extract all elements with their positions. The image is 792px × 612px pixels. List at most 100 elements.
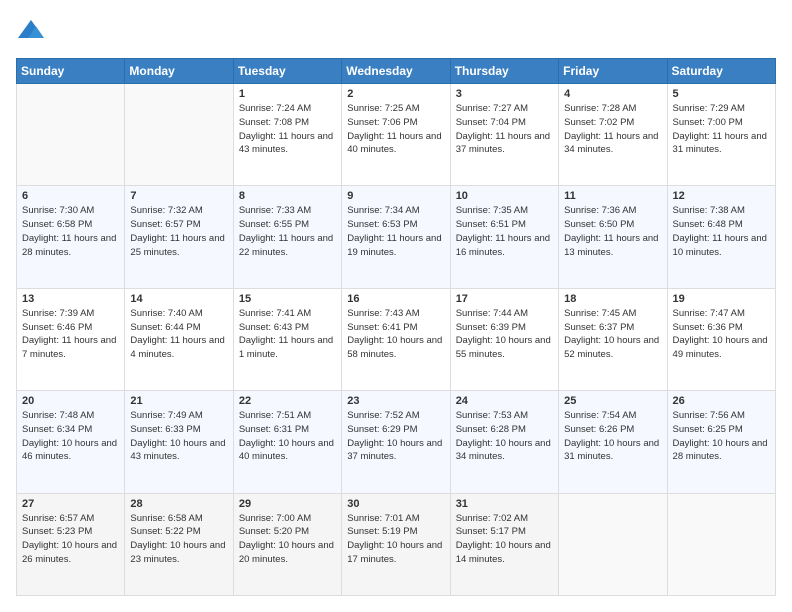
day-number: 28 [130, 498, 227, 510]
col-friday: Friday [559, 59, 667, 84]
day-info: Sunrise: 7:32 AMSunset: 6:57 PMDaylight:… [130, 204, 227, 259]
day-info: Sunrise: 7:56 AMSunset: 6:25 PMDaylight:… [673, 409, 770, 464]
day-info: Sunrise: 7:02 AMSunset: 5:17 PMDaylight:… [456, 512, 553, 567]
day-info: Sunrise: 7:00 AMSunset: 5:20 PMDaylight:… [239, 512, 336, 567]
day-info: Sunrise: 7:47 AMSunset: 6:36 PMDaylight:… [673, 307, 770, 362]
header-row: Sunday Monday Tuesday Wednesday Thursday… [17, 59, 776, 84]
calendar-cell: 21 Sunrise: 7:49 AMSunset: 6:33 PMDayligh… [125, 391, 233, 493]
calendar-cell [667, 493, 775, 595]
day-number: 4 [564, 88, 661, 100]
calendar-week-3: 13 Sunrise: 7:39 AMSunset: 6:46 PMDayligh… [17, 288, 776, 390]
day-info: Sunrise: 7:39 AMSunset: 6:46 PMDaylight:… [22, 307, 119, 362]
calendar-cell: 19 Sunrise: 7:47 AMSunset: 6:36 PMDayligh… [667, 288, 775, 390]
calendar-cell: 3 Sunrise: 7:27 AMSunset: 7:04 PMDaylight… [450, 84, 558, 186]
day-info: Sunrise: 7:52 AMSunset: 6:29 PMDaylight:… [347, 409, 444, 464]
calendar-cell: 6Sunrise: 7:30 AMSunset: 6:58 PMDaylight… [17, 186, 125, 288]
calendar-cell: 27Sunrise: 6:57 AMSunset: 5:23 PMDayligh… [17, 493, 125, 595]
day-number: 18 [564, 293, 661, 305]
calendar-cell: 26 Sunrise: 7:56 AMSunset: 6:25 PMDayligh… [667, 391, 775, 493]
day-number: 5 [673, 88, 770, 100]
calendar-week-5: 27Sunrise: 6:57 AMSunset: 5:23 PMDayligh… [17, 493, 776, 595]
day-number: 14 [130, 293, 227, 305]
col-thursday: Thursday [450, 59, 558, 84]
calendar-cell: 2Sunrise: 7:25 AMSunset: 7:06 PMDaylight… [342, 84, 450, 186]
calendar-cell: 4 Sunrise: 7:28 AMSunset: 7:02 PMDaylight… [559, 84, 667, 186]
day-number: 1 [239, 88, 336, 100]
day-number: 30 [347, 498, 444, 510]
calendar-cell: 23 Sunrise: 7:52 AMSunset: 6:29 PMDayligh… [342, 391, 450, 493]
day-number: 20 [22, 395, 119, 407]
calendar-cell: 12 Sunrise: 7:38 AMSunset: 6:48 PMDayligh… [667, 186, 775, 288]
day-number: 11 [564, 190, 661, 202]
calendar-cell: 28 Sunrise: 6:58 AMSunset: 5:22 PMDayligh… [125, 493, 233, 595]
day-number: 23 [347, 395, 444, 407]
calendar-cell: 20 Sunrise: 7:48 AMSunset: 6:34 PMDayligh… [17, 391, 125, 493]
day-info: Sunrise: 7:51 AMSunset: 6:31 PMDaylight:… [239, 409, 336, 464]
day-number: 24 [456, 395, 553, 407]
day-info: Sunrise: 7:38 AMSunset: 6:48 PMDaylight:… [673, 204, 770, 259]
day-info: Sunrise: 7:40 AMSunset: 6:44 PMDaylight:… [130, 307, 227, 362]
calendar-cell: 9Sunrise: 7:34 AMSunset: 6:53 PMDaylight… [342, 186, 450, 288]
calendar-cell: 13 Sunrise: 7:39 AMSunset: 6:46 PMDayligh… [17, 288, 125, 390]
calendar-cell: 16 Sunrise: 7:43 AMSunset: 6:41 PMDayligh… [342, 288, 450, 390]
calendar-cell: 11 Sunrise: 7:36 AMSunset: 6:50 PMDayligh… [559, 186, 667, 288]
day-number: 31 [456, 498, 553, 510]
day-info: Sunrise: 7:53 AMSunset: 6:28 PMDaylight:… [456, 409, 553, 464]
day-number: 19 [673, 293, 770, 305]
calendar-cell: 29Sunrise: 7:00 AMSunset: 5:20 PMDayligh… [233, 493, 341, 595]
day-number: 8 [239, 190, 336, 202]
day-number: 16 [347, 293, 444, 305]
calendar-table: Sunday Monday Tuesday Wednesday Thursday… [16, 58, 776, 596]
day-info: Sunrise: 7:43 AMSunset: 6:41 PMDaylight:… [347, 307, 444, 362]
day-info: Sunrise: 7:45 AMSunset: 6:37 PMDaylight:… [564, 307, 661, 362]
day-info: Sunrise: 7:28 AMSunset: 7:02 PMDaylight:… [564, 102, 661, 157]
day-info: Sunrise: 6:58 AMSunset: 5:22 PMDaylight:… [130, 512, 227, 567]
day-number: 25 [564, 395, 661, 407]
page: Sunday Monday Tuesday Wednesday Thursday… [0, 0, 792, 612]
day-info: Sunrise: 7:24 AMSunset: 7:08 PMDaylight:… [239, 102, 336, 157]
day-number: 26 [673, 395, 770, 407]
col-saturday: Saturday [667, 59, 775, 84]
day-info: Sunrise: 7:48 AMSunset: 6:34 PMDaylight:… [22, 409, 119, 464]
calendar-cell: 15 Sunrise: 7:41 AMSunset: 6:43 PMDayligh… [233, 288, 341, 390]
day-number: 15 [239, 293, 336, 305]
header [16, 16, 776, 46]
day-info: Sunrise: 7:30 AMSunset: 6:58 PMDaylight:… [22, 204, 119, 259]
day-info: Sunrise: 7:49 AMSunset: 6:33 PMDaylight:… [130, 409, 227, 464]
calendar-cell [559, 493, 667, 595]
day-number: 10 [456, 190, 553, 202]
calendar-body: 1 Sunrise: 7:24 AMSunset: 7:08 PMDaylight… [17, 84, 776, 596]
col-wednesday: Wednesday [342, 59, 450, 84]
day-number: 2 [347, 88, 444, 100]
day-info: Sunrise: 7:34 AMSunset: 6:53 PMDaylight:… [347, 204, 444, 259]
col-monday: Monday [125, 59, 233, 84]
calendar-cell: 24 Sunrise: 7:53 AMSunset: 6:28 PMDayligh… [450, 391, 558, 493]
day-info: Sunrise: 7:35 AMSunset: 6:51 PMDaylight:… [456, 204, 553, 259]
day-number: 13 [22, 293, 119, 305]
calendar-cell: 14 Sunrise: 7:40 AMSunset: 6:44 PMDayligh… [125, 288, 233, 390]
day-number: 7 [130, 190, 227, 202]
calendar-week-2: 6Sunrise: 7:30 AMSunset: 6:58 PMDaylight… [17, 186, 776, 288]
calendar-cell: 1 Sunrise: 7:24 AMSunset: 7:08 PMDaylight… [233, 84, 341, 186]
day-info: Sunrise: 7:44 AMSunset: 6:39 PMDaylight:… [456, 307, 553, 362]
day-number: 17 [456, 293, 553, 305]
calendar-cell: 30Sunrise: 7:01 AMSunset: 5:19 PMDayligh… [342, 493, 450, 595]
calendar-week-4: 20 Sunrise: 7:48 AMSunset: 6:34 PMDayligh… [17, 391, 776, 493]
day-info: Sunrise: 7:41 AMSunset: 6:43 PMDaylight:… [239, 307, 336, 362]
calendar-header: Sunday Monday Tuesday Wednesday Thursday… [17, 59, 776, 84]
calendar-cell: 8 Sunrise: 7:33 AMSunset: 6:55 PMDaylight… [233, 186, 341, 288]
calendar-cell: 17 Sunrise: 7:44 AMSunset: 6:39 PMDayligh… [450, 288, 558, 390]
day-number: 3 [456, 88, 553, 100]
day-info: Sunrise: 7:27 AMSunset: 7:04 PMDaylight:… [456, 102, 553, 157]
calendar-cell: 5Sunrise: 7:29 AMSunset: 7:00 PMDaylight… [667, 84, 775, 186]
day-number: 12 [673, 190, 770, 202]
day-number: 27 [22, 498, 119, 510]
calendar-week-1: 1 Sunrise: 7:24 AMSunset: 7:08 PMDaylight… [17, 84, 776, 186]
day-info: Sunrise: 7:54 AMSunset: 6:26 PMDaylight:… [564, 409, 661, 464]
day-info: Sunrise: 7:33 AMSunset: 6:55 PMDaylight:… [239, 204, 336, 259]
col-sunday: Sunday [17, 59, 125, 84]
day-info: Sunrise: 7:36 AMSunset: 6:50 PMDaylight:… [564, 204, 661, 259]
day-number: 21 [130, 395, 227, 407]
calendar-cell: 22Sunrise: 7:51 AMSunset: 6:31 PMDayligh… [233, 391, 341, 493]
calendar-cell: 10 Sunrise: 7:35 AMSunset: 6:51 PMDayligh… [450, 186, 558, 288]
